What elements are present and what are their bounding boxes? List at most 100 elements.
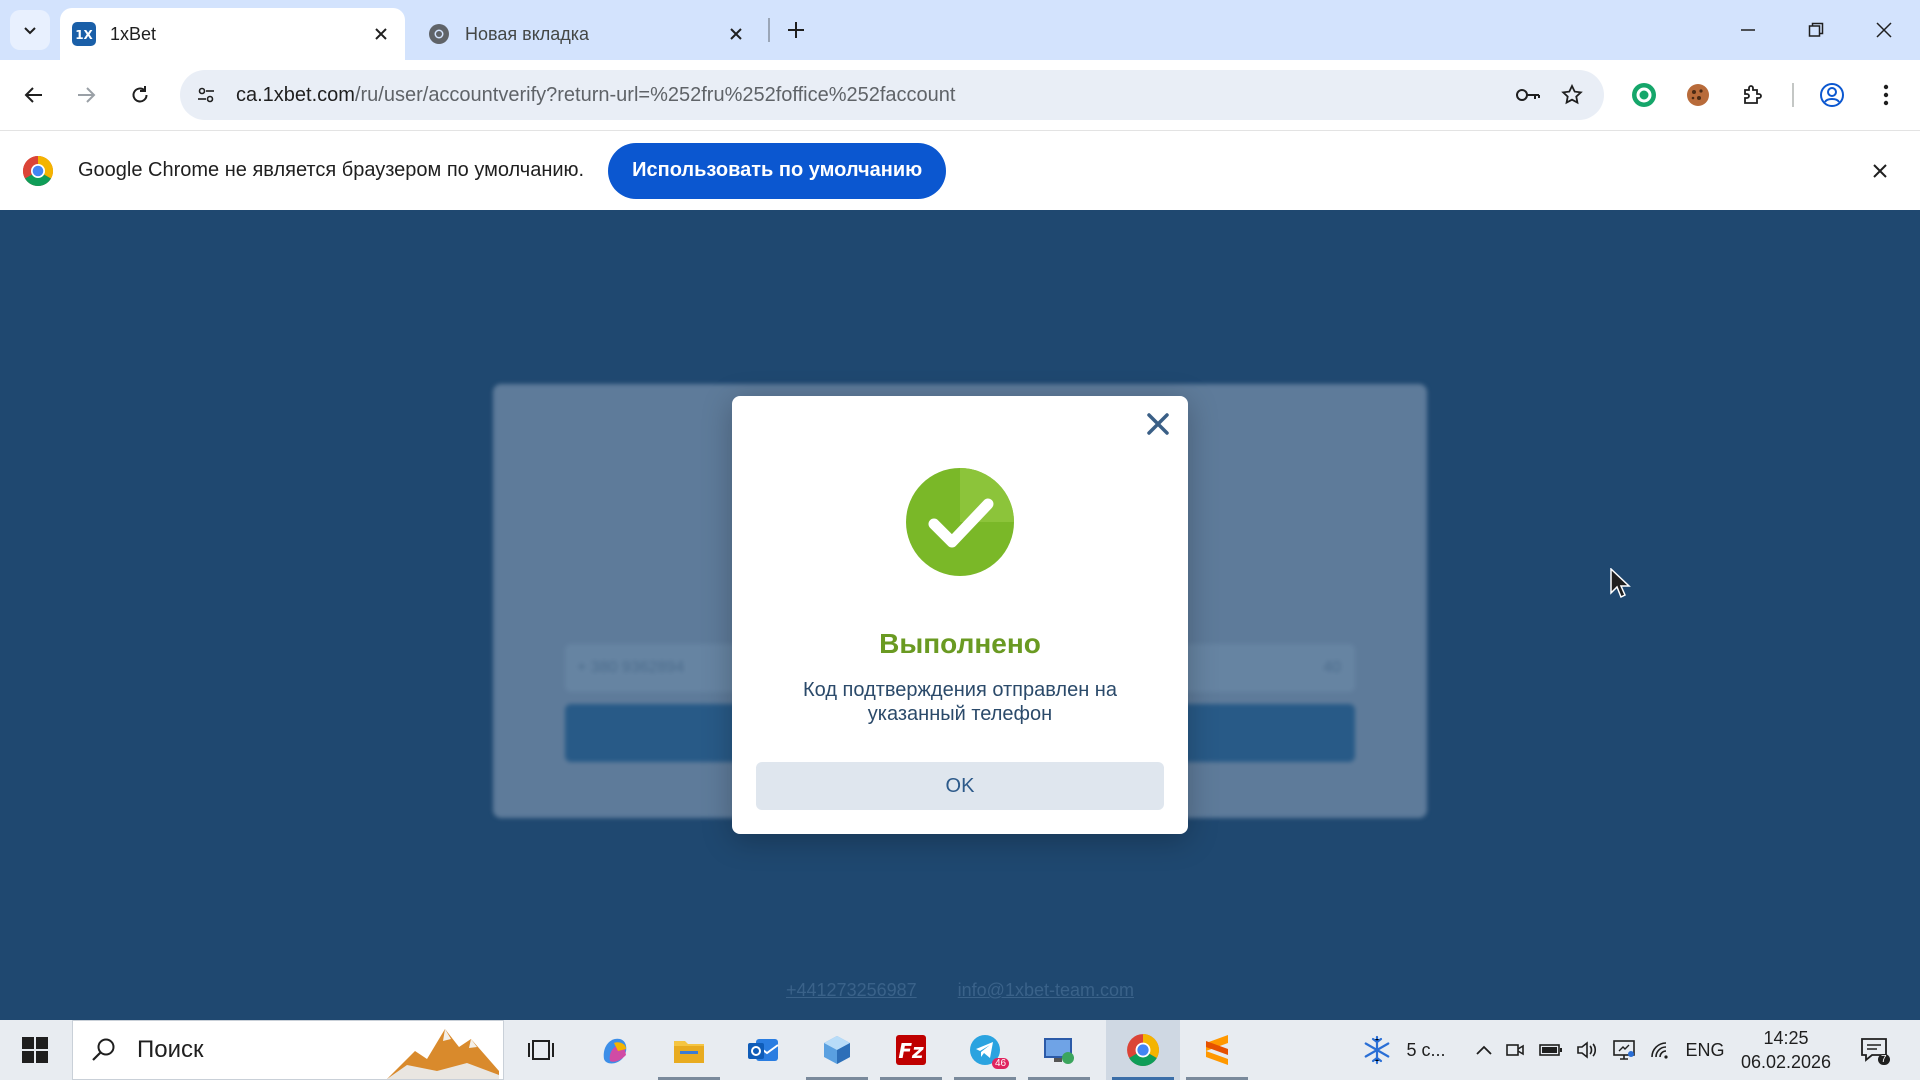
copilot-icon bbox=[603, 1038, 627, 1064]
puzzle-icon bbox=[1744, 85, 1762, 104]
more-vertical-icon bbox=[1883, 84, 1889, 106]
tray-overflow-button[interactable] bbox=[1466, 1020, 1502, 1080]
reload-button[interactable] bbox=[118, 73, 162, 117]
meet-tray-icon[interactable] bbox=[1502, 1020, 1528, 1080]
dialog-title: Выполнено bbox=[879, 628, 1041, 659]
success-check-icon bbox=[906, 468, 1014, 576]
windows-taskbar: Поиск Fz 46 5 с... ENG 14:25 06.02.2026 … bbox=[0, 1020, 1920, 1080]
chrome-logo-icon bbox=[22, 155, 54, 186]
outlook-app[interactable] bbox=[726, 1020, 800, 1080]
file-explorer-app[interactable] bbox=[652, 1020, 726, 1080]
sublime-app[interactable] bbox=[1180, 1020, 1254, 1080]
url-text[interactable]: ca.1xbet.com/ru/user/accountverify?retur… bbox=[236, 84, 1506, 107]
chrome-icon bbox=[1127, 1034, 1159, 1066]
tab-close-icon[interactable] bbox=[367, 20, 395, 48]
speaker-icon bbox=[1577, 1041, 1597, 1059]
back-button[interactable] bbox=[12, 73, 56, 117]
extensions-button[interactable] bbox=[1731, 73, 1775, 117]
1xbet-favicon-icon: 1X bbox=[72, 22, 96, 46]
tab-separator bbox=[768, 18, 770, 42]
new-tab-button[interactable] bbox=[780, 14, 812, 46]
ok-button[interactable]: OK bbox=[756, 762, 1164, 810]
arrow-left-icon bbox=[24, 87, 42, 103]
monitor-icon bbox=[1613, 1040, 1635, 1060]
set-default-browser-button[interactable]: Использовать по умолчанию bbox=[608, 142, 947, 199]
notification-center-button[interactable]: 7 bbox=[1848, 1020, 1900, 1080]
battery-icon bbox=[1539, 1044, 1562, 1056]
volume-tray-icon[interactable] bbox=[1572, 1020, 1602, 1080]
copilot-app[interactable] bbox=[578, 1020, 652, 1080]
chrome-app[interactable] bbox=[1106, 1020, 1180, 1080]
windows-logo-icon bbox=[22, 1037, 48, 1063]
svg-text:1X: 1X bbox=[75, 28, 93, 42]
tab-1xbet[interactable]: 1X 1xBet bbox=[60, 8, 405, 60]
forward-button[interactable] bbox=[64, 73, 108, 117]
profile-button[interactable] bbox=[1810, 73, 1854, 117]
success-dialog: Выполнено Код подтверждения отправлен на… bbox=[732, 396, 1188, 834]
tab-title: Новая вкладка bbox=[465, 23, 590, 44]
tab-new-tab[interactable]: Новая вкладка bbox=[415, 8, 760, 60]
close-icon bbox=[1147, 413, 1169, 435]
start-button[interactable] bbox=[0, 1020, 70, 1080]
default-browser-infobar: Google Chrome не является браузером по у… bbox=[0, 130, 1920, 210]
browser-toolbar: ca.1xbet.com/ru/user/accountverify?retur… bbox=[0, 60, 1920, 130]
language-indicator[interactable]: ENG bbox=[1682, 1020, 1728, 1080]
tab-strip: 1X 1xBet Новая вкладка bbox=[0, 0, 1920, 60]
plus-icon bbox=[788, 22, 804, 38]
chevron-up-icon bbox=[1476, 1045, 1492, 1055]
sublime-icon bbox=[1206, 1035, 1228, 1065]
dialog-close-button[interactable] bbox=[1142, 408, 1174, 440]
address-bar[interactable]: ca.1xbet.com/ru/user/accountverify?retur… bbox=[180, 70, 1604, 120]
chrome-menu-button[interactable] bbox=[1864, 73, 1908, 117]
wifi-tray-icon[interactable] bbox=[1646, 1020, 1676, 1080]
weather-text: 5 с... bbox=[1406, 1039, 1446, 1060]
password-key-icon[interactable] bbox=[1506, 73, 1550, 117]
chevron-down-icon bbox=[24, 27, 36, 35]
url-path: /ru/user/accountverify?return-url=%252fr… bbox=[354, 83, 956, 106]
url-host: ca.1xbet.com bbox=[236, 83, 355, 106]
search-placeholder: Поиск bbox=[137, 1036, 204, 1063]
infobar-message: Google Chrome не является браузером по у… bbox=[78, 159, 585, 181]
weather-widget[interactable]: 5 с... bbox=[1334, 1020, 1474, 1080]
footer-email-link[interactable]: info@1xbet-team.com bbox=[958, 980, 1134, 1000]
outlook-icon bbox=[748, 1039, 779, 1061]
svg-text:Fz: Fz bbox=[898, 1039, 924, 1063]
arrow-right-icon bbox=[78, 87, 96, 103]
taskbar-clock[interactable]: 14:25 06.02.2026 bbox=[1736, 1026, 1836, 1074]
close-window-button[interactable] bbox=[1850, 0, 1918, 60]
telegram-app[interactable]: 46 bbox=[948, 1020, 1022, 1080]
filezilla-app[interactable]: Fz bbox=[874, 1020, 948, 1080]
restore-button[interactable] bbox=[1782, 0, 1850, 60]
tab-close-icon[interactable] bbox=[722, 20, 750, 48]
filezilla-icon: Fz bbox=[896, 1035, 926, 1065]
taskbar-search[interactable]: Поиск bbox=[72, 1020, 504, 1080]
resend-counter: 40 bbox=[1323, 659, 1341, 676]
task-view-button[interactable] bbox=[504, 1020, 578, 1080]
wifi-icon bbox=[1651, 1042, 1668, 1059]
extension-cookie-button[interactable] bbox=[1676, 73, 1720, 117]
display-tray-icon[interactable] bbox=[1608, 1020, 1640, 1080]
virtualbox-app[interactable] bbox=[800, 1020, 874, 1080]
footer-contacts: +441273256987 info@1xbet-team.com bbox=[0, 980, 1920, 1001]
minimize-icon bbox=[1741, 29, 1755, 31]
tab-title: 1xBet bbox=[110, 23, 157, 44]
minimize-button[interactable] bbox=[1714, 0, 1782, 60]
remote-desktop-icon bbox=[1044, 1038, 1074, 1064]
cookie-extension-icon bbox=[1687, 84, 1709, 106]
toolbar-divider bbox=[1792, 83, 1794, 107]
footer-phone-link[interactable]: +441273256987 bbox=[786, 980, 917, 1000]
tab-search-button[interactable] bbox=[10, 10, 50, 50]
clock-time: 14:25 bbox=[1763, 1028, 1809, 1048]
extension-grammar-button[interactable] bbox=[1622, 73, 1666, 117]
remote-desktop-app[interactable] bbox=[1022, 1020, 1096, 1080]
infobar-close-button[interactable] bbox=[1864, 155, 1896, 187]
task-view-icon bbox=[528, 1040, 554, 1060]
reload-icon bbox=[132, 86, 148, 103]
bookmark-star-icon[interactable] bbox=[1550, 73, 1594, 117]
folder-icon bbox=[674, 1041, 704, 1063]
site-info-icon[interactable] bbox=[186, 75, 226, 115]
mouse-cursor-icon bbox=[1610, 568, 1631, 599]
notification-count-badge: 7 bbox=[1878, 1054, 1890, 1065]
battery-tray-icon[interactable] bbox=[1534, 1020, 1568, 1080]
search-highlight-mountain-icon bbox=[387, 1029, 499, 1079]
